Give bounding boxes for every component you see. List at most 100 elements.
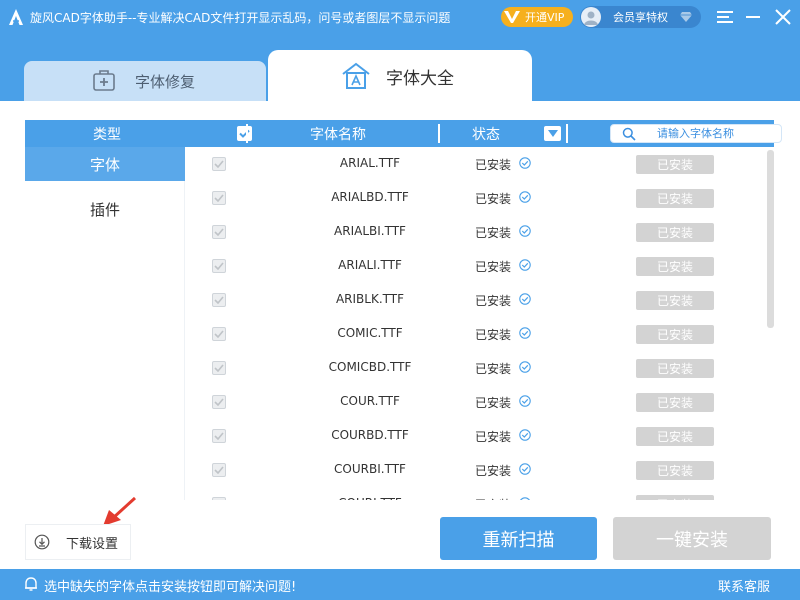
install-status: 已安装 <box>475 192 512 206</box>
install-button[interactable]: 已安装 <box>636 359 714 378</box>
check-icon <box>239 129 250 138</box>
tab-label: 字体大全 <box>386 68 454 89</box>
install-status: 已安装 <box>475 226 512 240</box>
vip-button[interactable]: 开通VIP <box>501 7 573 27</box>
check-circle-icon <box>520 497 530 500</box>
row-checkbox[interactable] <box>212 395 226 409</box>
install-button[interactable]: 已安装 <box>636 189 714 208</box>
menu-icon[interactable] <box>716 9 734 25</box>
column-header-status: 状态 <box>472 127 500 143</box>
tab-font-library[interactable]: 字体大全 <box>268 50 532 102</box>
install-status: 已安装 <box>475 464 512 478</box>
search-box[interactable] <box>610 124 782 143</box>
install-status: 已安装 <box>475 158 512 172</box>
sidebar-item-plugins[interactable]: 插件 <box>25 192 185 226</box>
row-checkbox[interactable] <box>212 327 226 341</box>
check-icon <box>214 364 224 372</box>
install-button[interactable]: 已安装 <box>636 461 714 480</box>
tab-font-repair[interactable]: 字体修复 <box>24 61 266 101</box>
table-row: ARIALBD.TTF 已安装 已安装 <box>185 181 774 215</box>
member-label: 会员享特权 <box>613 11 668 24</box>
download-icon <box>34 534 50 550</box>
column-header-font-name: 字体名称 <box>310 127 366 143</box>
scrollbar[interactable] <box>767 150 774 328</box>
app-title: 旋风CAD字体助手--专业解决CAD文件打开显示乱码，问号或者图层不显示问题 <box>30 11 451 25</box>
sidebar-item-fonts[interactable]: 字体 <box>25 147 185 181</box>
check-icon <box>214 194 224 202</box>
table-row: COURBI.TTF 已安装 已安装 <box>185 453 774 487</box>
install-button[interactable]: 已安装 <box>636 291 714 310</box>
table-row: COUR.TTF 已安装 已安装 <box>185 385 774 419</box>
install-button[interactable]: 已安装 <box>636 393 714 412</box>
medical-kit-icon <box>93 70 115 91</box>
check-circle-icon <box>519 191 531 203</box>
install-button[interactable]: 已安装 <box>636 223 714 242</box>
table-row: COMICBD.TTF 已安装 已安装 <box>185 351 774 385</box>
install-button[interactable]: 已安装 <box>636 155 714 174</box>
caret-down-icon <box>547 130 558 137</box>
search-input[interactable] <box>657 126 777 141</box>
check-circle-icon <box>519 259 531 271</box>
install-status: 已安装 <box>475 496 511 500</box>
font-name: COURBD.TTF <box>331 428 409 442</box>
check-icon <box>214 330 224 338</box>
select-all-checkbox[interactable] <box>237 126 252 141</box>
font-name: ARIAL.TTF <box>339 156 401 170</box>
row-checkbox[interactable] <box>212 361 226 375</box>
column-header-type: 类型 <box>93 127 121 143</box>
table-row: ARIAL.TTF 已安装 已安装 <box>185 147 774 181</box>
font-name: COUR.TTF <box>340 394 400 408</box>
row-checkbox[interactable] <box>212 225 226 239</box>
status-filter-dropdown[interactable] <box>544 126 561 141</box>
table-row: COMIC.TTF 已安装 已安装 <box>185 317 774 351</box>
row-checkbox[interactable] <box>212 293 226 307</box>
install-button[interactable]: 已安装 <box>636 427 714 446</box>
close-icon[interactable] <box>774 8 792 26</box>
check-circle-icon <box>519 225 531 237</box>
check-icon <box>214 160 224 168</box>
download-settings-button[interactable]: 下载设置 <box>25 524 131 560</box>
contact-support-link[interactable]: 联系客服 <box>718 576 770 595</box>
table-row: ARIALBI.TTF 已安装 已安装 <box>185 215 774 249</box>
check-circle-icon <box>519 327 531 339</box>
check-icon <box>214 398 224 406</box>
install-status: 已安装 <box>475 396 512 410</box>
font-list: ARIAL.TTF 已安装 已安装 ARIALBD.TTF 已安装 已安装 ARIALBI.… <box>185 147 774 500</box>
status-message: 选中缺失的字体点击安装按钮即可解决问题! <box>44 580 297 595</box>
one-click-install-button[interactable]: 一键安装 <box>613 517 771 560</box>
check-icon <box>214 466 224 474</box>
divider <box>566 124 568 143</box>
install-button[interactable]: 已安装 <box>636 325 714 344</box>
diamond-icon <box>680 12 692 22</box>
divider <box>246 124 248 143</box>
check-circle-icon <box>519 429 531 441</box>
row-checkbox[interactable] <box>212 259 226 273</box>
install-button[interactable]: 已安装 <box>636 257 714 276</box>
row-checkbox[interactable] <box>212 497 226 500</box>
check-icon <box>214 432 224 440</box>
row-checkbox[interactable] <box>212 191 226 205</box>
member-privileges-button[interactable]: 会员享特权 <box>580 6 701 28</box>
title-bar: 旋风CAD字体助手--专业解决CAD文件打开显示乱码，问号或者图层不显示问题 开… <box>0 0 800 36</box>
table-header: 类型 字体名称 状态 <box>25 120 782 147</box>
check-circle-icon <box>519 293 531 305</box>
vip-label: 开通VIP <box>525 11 565 24</box>
install-status: 已安装 <box>475 294 512 308</box>
row-checkbox[interactable] <box>212 463 226 477</box>
row-checkbox[interactable] <box>212 157 226 171</box>
minimize-icon[interactable] <box>745 9 761 25</box>
font-name: ARIBLK.TTF <box>335 292 405 306</box>
font-name: COURI.TTF <box>270 496 470 500</box>
check-circle-icon <box>519 395 531 407</box>
row-checkbox[interactable] <box>212 429 226 443</box>
install-button[interactable]: 已安装 <box>636 495 714 500</box>
download-settings-label: 下载设置 <box>66 536 119 552</box>
category-sidebar: 字体 插件 <box>25 147 185 500</box>
table-row: ARIBLK.TTF 已安装 已安装 <box>185 283 774 317</box>
rescan-button[interactable]: 重新扫描 <box>440 517 597 560</box>
table-row: ARIALI.TTF 已安装 已安装 <box>185 249 774 283</box>
check-icon <box>214 228 224 236</box>
status-bar: 选中缺失的字体点击安装按钮即可解决问题! 联系客服 <box>0 569 800 600</box>
install-status: 已安装 <box>475 362 512 376</box>
bell-icon <box>25 577 37 591</box>
